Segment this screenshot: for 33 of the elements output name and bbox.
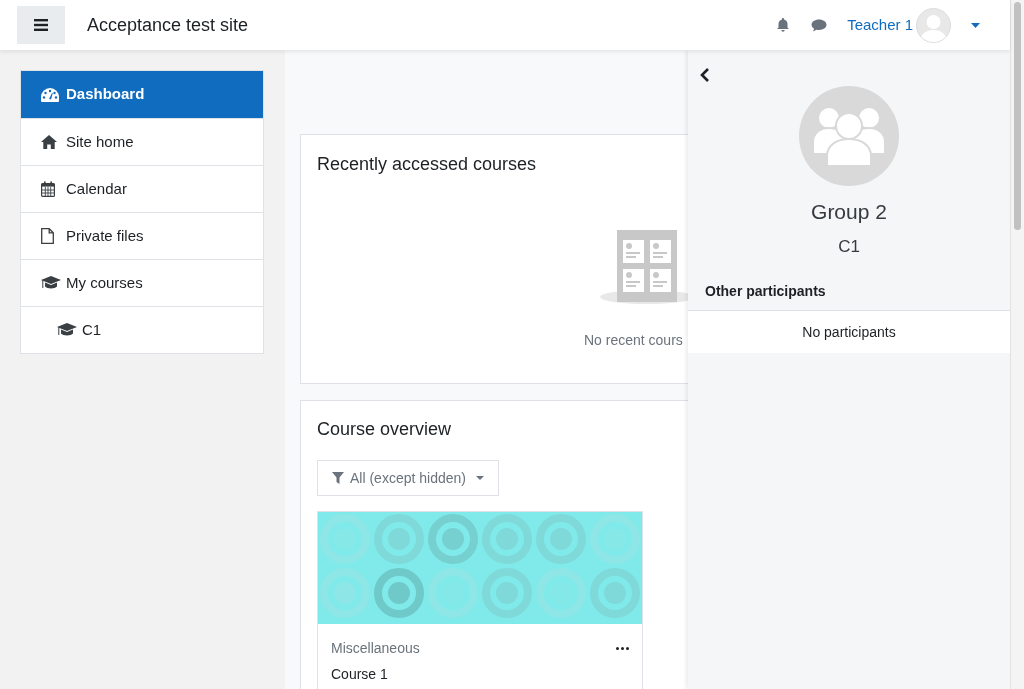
course-category: Miscellaneous [331,639,420,658]
empty-message: No recent cours [584,332,683,348]
chat-icon[interactable] [810,17,829,33]
site-name[interactable]: Acceptance test site [87,11,249,39]
calendar-icon [41,181,55,197]
filter-icon [332,472,344,484]
graduation-cap-icon [57,323,77,337]
group-name: Group 2 [811,199,887,225]
card-title: Course overview [317,418,453,441]
caret-icon [475,476,484,480]
section-heading: Other participants [705,282,826,301]
more-icon [616,647,629,650]
caret-icon[interactable] [971,22,980,28]
graduation-cap-icon [41,276,61,290]
menu-button[interactable] [17,6,65,44]
chevron-left-icon [700,68,710,82]
menu-icon [34,19,48,31]
scrollbar[interactable] [1010,0,1024,689]
group-icon [813,106,885,166]
course-name-link[interactable]: Course 1 [331,665,388,683]
empty-message: No participants [802,322,896,342]
gauge-icon [41,87,59,102]
course-card[interactable]: Miscellaneous Course 1 [317,511,643,689]
back-button[interactable] [700,68,710,82]
file-icon [41,228,54,244]
user-name-link[interactable]: Teacher 1 [847,13,913,37]
more-options-button[interactable] [616,647,629,650]
nav-item[interactable]: Dashboard [21,71,263,118]
bell-icon[interactable] [775,17,792,33]
filter-dropdown[interactable]: All (except hidden) [317,460,499,496]
card-title: Recently accessed courses [317,153,538,176]
course-name: C1 [838,235,860,258]
house-icon [41,135,57,149]
